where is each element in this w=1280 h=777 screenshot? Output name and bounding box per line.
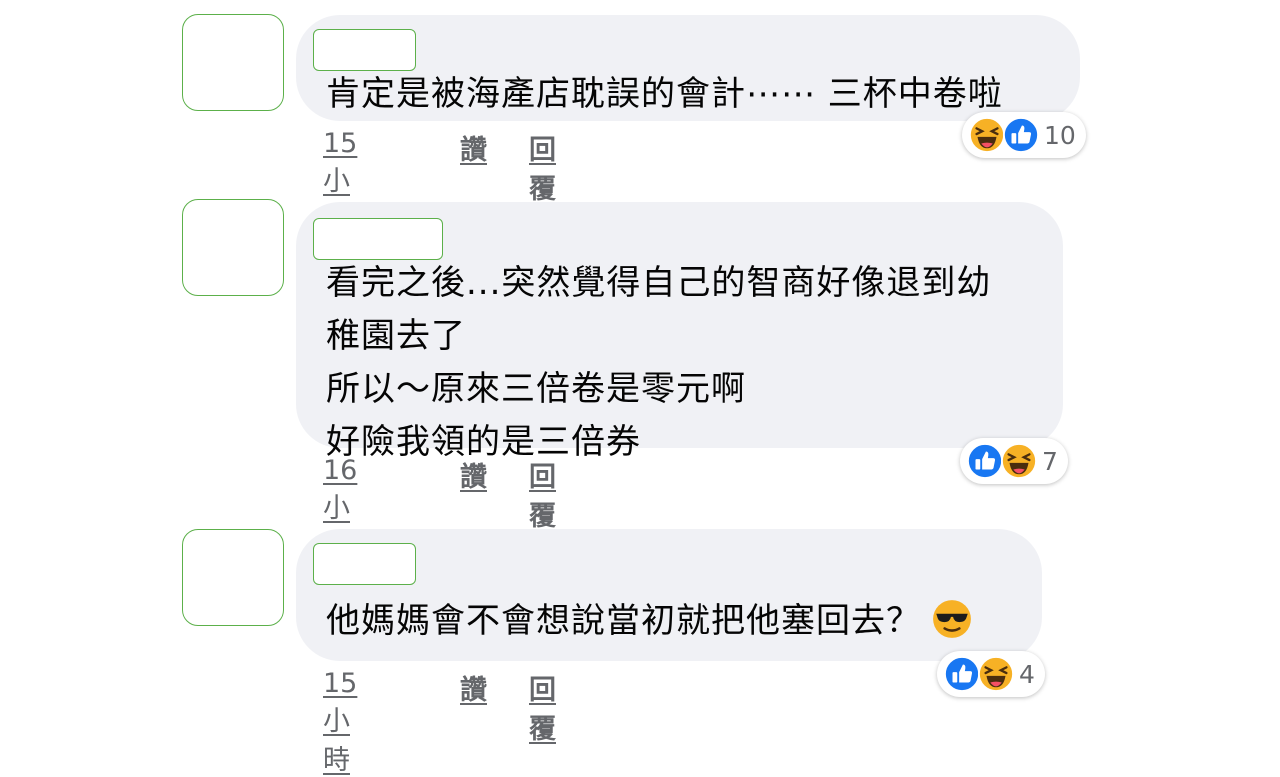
comment-bubble: 他媽媽會不會想說當初就把他塞回去？ [296,529,1042,661]
reaction-count: 7 [1042,446,1058,476]
like-button[interactable]: 讚 [460,455,487,494]
like-icon [943,655,981,693]
comment-text: 看完之後...突然覺得自己的智商好像退到幼 稚園去了 所以～原來三倍卷是零元啊 … [326,263,992,462]
like-button[interactable]: 讚 [460,128,487,167]
comment-text: 他媽媽會不會想說當初就把他塞回去？ [326,595,973,648]
reaction-count: 10 [1044,120,1076,150]
reply-button[interactable]: 回覆 [529,128,556,206]
like-button[interactable]: 讚 [460,668,487,707]
haha-icon [968,116,1006,154]
haha-icon [977,655,1015,693]
author-name-redacted[interactable] [313,543,416,585]
reaction-summary[interactable]: 7 [960,438,1068,484]
like-icon [966,442,1004,480]
haha-icon [1000,442,1038,480]
reaction-summary[interactable]: 4 [937,651,1045,697]
comment-bubble: 肯定是被海產店耽誤的會計⋯⋯ 三杯中卷啦 [296,15,1080,121]
reaction-count: 4 [1019,659,1035,689]
comment-text: 肯定是被海產店耽誤的會計⋯⋯ 三杯中卷啦 [326,74,1003,114]
like-icon [1002,116,1040,154]
sunglasses-emoji-icon [931,598,973,640]
comment-text-content: 他媽媽會不會想說當初就把他塞回去？ [326,601,921,641]
reply-button[interactable]: 回覆 [529,455,556,533]
reply-button[interactable]: 回覆 [529,668,556,746]
avatar[interactable] [182,14,284,111]
avatar[interactable] [182,199,284,296]
reaction-summary[interactable]: 10 [962,112,1086,158]
comment-bubble: 看完之後...突然覺得自己的智商好像退到幼 稚園去了 所以～原來三倍卷是零元啊 … [296,202,1063,462]
author-name-redacted[interactable] [313,29,416,71]
timestamp-link[interactable]: 15小時 [323,668,357,777]
author-name-redacted[interactable] [313,218,443,260]
avatar[interactable] [182,529,284,626]
